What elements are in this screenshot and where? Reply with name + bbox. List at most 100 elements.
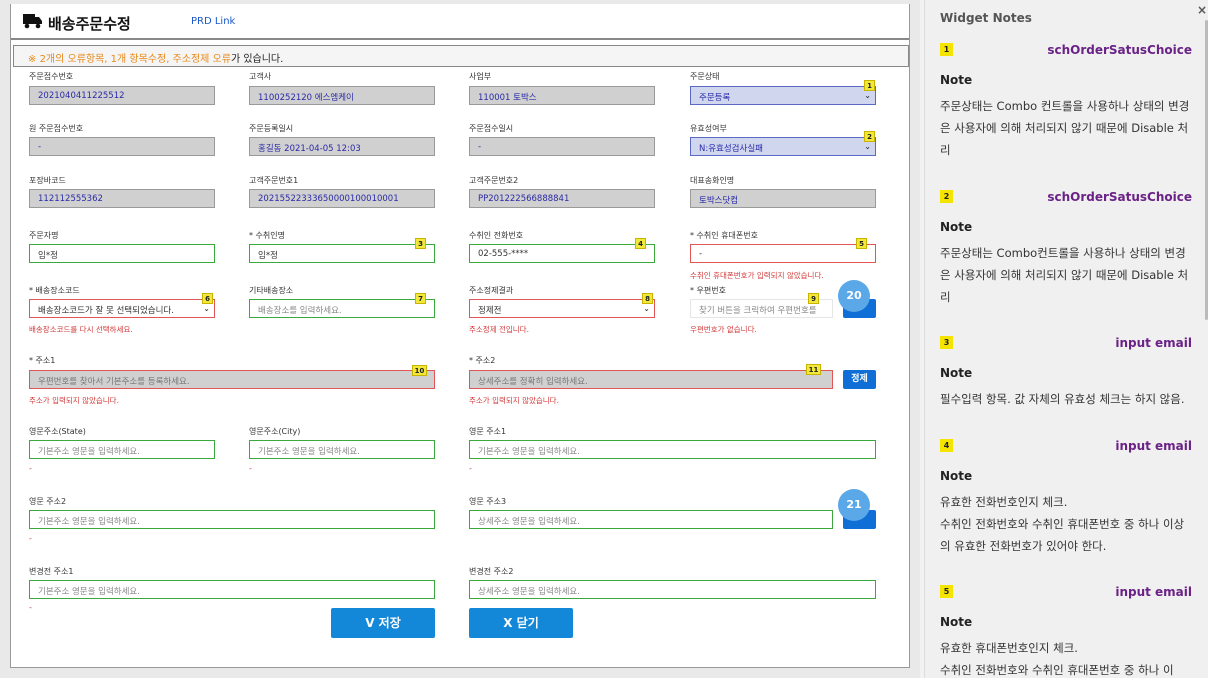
addr1-label: * 주소1 — [29, 356, 56, 365]
addr2-input[interactable]: 상세주소를 정확히 입력하세요. — [469, 370, 833, 389]
refine-result-error: 주소정제 전입니다. — [469, 325, 529, 334]
state-dash: - — [29, 464, 32, 473]
annotation-badge-11: 11 — [806, 364, 821, 375]
en-addr3-input[interactable]: 상세주소 영문을 입력하세요. — [469, 510, 833, 529]
place-code-label: * 배송장소코드 — [29, 286, 80, 295]
city-input[interactable]: 기본주소 영문을 입력하세요. — [249, 440, 435, 459]
annotation-badge-9: 9 — [808, 293, 819, 304]
cust-order-no2-label: 고객주문번호2 — [469, 176, 519, 185]
note-text: 유효한 전화번호인지 체크. 수취인 전화번호와 수취인 휴대폰번호 중 하나 … — [940, 495, 1185, 553]
state-input[interactable]: 기본주소 영문을 입력하세요. — [29, 440, 215, 459]
note-widget: input email — [1115, 336, 1192, 350]
annotation-badge-6: 6 — [202, 293, 213, 304]
refine-result-label: 주소정제결과 — [469, 286, 514, 295]
note-number: 5 — [940, 585, 953, 598]
form-area: 배송주문수정 PRD Link ※ 2개의 오류항목, 1개 항목수정, 주소정… — [0, 0, 920, 678]
error-prefix: ※ — [28, 54, 40, 65]
barcode-field: 112112555362 — [29, 189, 215, 208]
note-label: Note — [940, 469, 973, 483]
addr1-input[interactable]: 우편번호를 찾아서 기본주소를 등록하세요. — [29, 370, 435, 389]
order-no-field: 2021040411225512 — [29, 86, 215, 105]
chevron-down-icon: ⌄ — [203, 304, 210, 313]
validity-label: 유효성여부 — [690, 124, 727, 133]
prev-addr2-input[interactable]: 상세주소 영문을 입력하세요. — [469, 580, 876, 599]
zip-label: * 우편번호 — [690, 286, 726, 295]
note-label: Note — [940, 220, 973, 234]
other-place-input[interactable]: 배송장소를 입력하세요. — [249, 299, 435, 318]
save-button[interactable]: V 저장 — [331, 608, 435, 638]
chevron-down-icon: ⌄ — [643, 304, 650, 313]
city-label: 영문주소(City) — [249, 427, 301, 436]
note-text: 주문상태는 Combo 컨트롤을 사용하나 상태의 변경은 사용자에 의해 처리… — [940, 99, 1190, 157]
en-addr2-dash: - — [29, 534, 32, 543]
refine-result-value: 정제전 — [478, 306, 502, 316]
recv-date-label: 주문접수일시 — [469, 124, 514, 133]
place-code-error: 배송장소코드를 다시 선택하세요. — [29, 325, 133, 334]
note-label: Note — [940, 366, 973, 380]
mobile-input[interactable]: - — [690, 244, 876, 263]
addr2-error: 주소가 입력되지 않았습니다. — [469, 396, 559, 405]
prev-addr1-input[interactable]: 기본주소 영문을 입력하세요. — [29, 580, 435, 599]
chevron-down-icon: ⌄ — [864, 91, 871, 100]
chevron-down-icon: ⌄ — [864, 142, 871, 151]
prev-addr1-label: 변경전 주소1 — [29, 567, 74, 576]
en-addr2-label: 영문 주소2 — [29, 497, 67, 506]
mobile-label: * 수취인 휴대폰번호 — [690, 231, 758, 240]
place-code-value: 배송장소코드가 잘 못 선택되었습니다. — [38, 306, 174, 316]
cust-order-no1-field: 20215522333650000100010001 — [249, 189, 435, 208]
note-text: 주문상태는 Combo컨트롤을 사용하나 상태의 변경은 사용자에 의해 처리되… — [940, 246, 1189, 304]
city-dash: - — [249, 464, 252, 473]
prev-addr2-label: 변경전 주소2 — [469, 567, 514, 576]
shipper-field: 토박스닷컴 — [690, 189, 876, 208]
prd-link[interactable]: PRD Link — [191, 16, 235, 27]
phone-input[interactable]: 02-555-**** — [469, 244, 655, 263]
annotation-badge-8: 8 — [642, 293, 653, 304]
refine-result-select[interactable]: 정제전 ⌄ — [469, 299, 655, 318]
en-addr3-label: 영문 주소3 — [469, 497, 507, 506]
annotation-badge-7: 7 — [415, 293, 426, 304]
orderer-input[interactable]: 임*정 — [29, 244, 215, 263]
close-button[interactable]: X 닫기 — [469, 608, 573, 638]
annotation-circle-20: 20 — [838, 280, 870, 312]
order-status-select[interactable]: 주문등록 ⌄ — [690, 86, 876, 105]
note-text: 필수입력 항목. 값 자체의 유효성 체크는 하지 않음. — [940, 392, 1185, 406]
annotation-badge-1: 1 — [864, 80, 875, 91]
cust-order-no1-label: 고객주문번호1 — [249, 176, 299, 185]
page-title: 배송주문수정 — [48, 15, 131, 33]
customer-label: 고객사 — [249, 72, 272, 81]
order-edit-window: 배송주문수정 PRD Link ※ 2개의 오류항목, 1개 항목수정, 주소정… — [10, 4, 910, 668]
en-addr1-input[interactable]: 기본주소 영문을 입력하세요. — [469, 440, 876, 459]
close-icon[interactable]: × — [1197, 3, 1207, 17]
recipient-input[interactable]: 임*정 — [249, 244, 435, 263]
addr2-label: * 주소2 — [469, 356, 496, 365]
note-number: 4 — [940, 439, 953, 452]
en-addr2-input[interactable]: 기본주소 영문을 입력하세요. — [29, 510, 435, 529]
error-highlight: 2개의 오류항목, 1개 항목수정, 주소정제 오류 — [39, 54, 231, 65]
title-bar: 배송주문수정 PRD Link — [11, 4, 909, 40]
other-place-label: 기타배송장소 — [249, 286, 294, 295]
zip-error: 우편번호가 없습니다. — [690, 325, 757, 334]
en-addr1-dash: - — [469, 464, 472, 473]
barcode-label: 포장바코드 — [29, 176, 66, 185]
orig-order-no-label: 원 주문접수번호 — [29, 124, 84, 133]
note-number: 2 — [940, 190, 953, 203]
error-suffix: 가 있습니다. — [230, 54, 284, 65]
reg-date-field: 홍길동 2021-04-05 12:03 — [249, 137, 435, 156]
cust-order-no2-field: PP201222566888841 — [469, 189, 655, 208]
place-code-select[interactable]: 배송장소코드가 잘 못 선택되었습니다. ⌄ — [29, 299, 215, 318]
note-widget: schOrderSatusChoice — [1047, 43, 1192, 57]
recipient-label: * 수취인명 — [249, 231, 285, 240]
annotation-badge-10: 10 — [412, 365, 427, 376]
truck-icon — [23, 14, 42, 29]
validity-select[interactable]: N:유효성검사실패 ⌄ — [690, 137, 876, 156]
recv-date-field: - — [469, 137, 655, 156]
business-field: 110001 토박스 — [469, 86, 655, 105]
status-label: 주문상태 — [690, 72, 720, 81]
addr1-error: 주소가 입력되지 않았습니다. — [29, 396, 119, 405]
note-widget: schOrderSatusChoice — [1047, 190, 1192, 204]
refine-button[interactable]: 정제 — [843, 370, 876, 389]
annotation-badge-5: 5 — [856, 238, 867, 249]
widget-notes-panel: Widget Notes × 1 schOrderSatusChoice Not… — [924, 0, 1208, 678]
error-summary-bar: ※ 2개의 오류항목, 1개 항목수정, 주소정제 오류가 있습니다. — [13, 45, 909, 67]
note-widget: input email — [1115, 585, 1192, 599]
